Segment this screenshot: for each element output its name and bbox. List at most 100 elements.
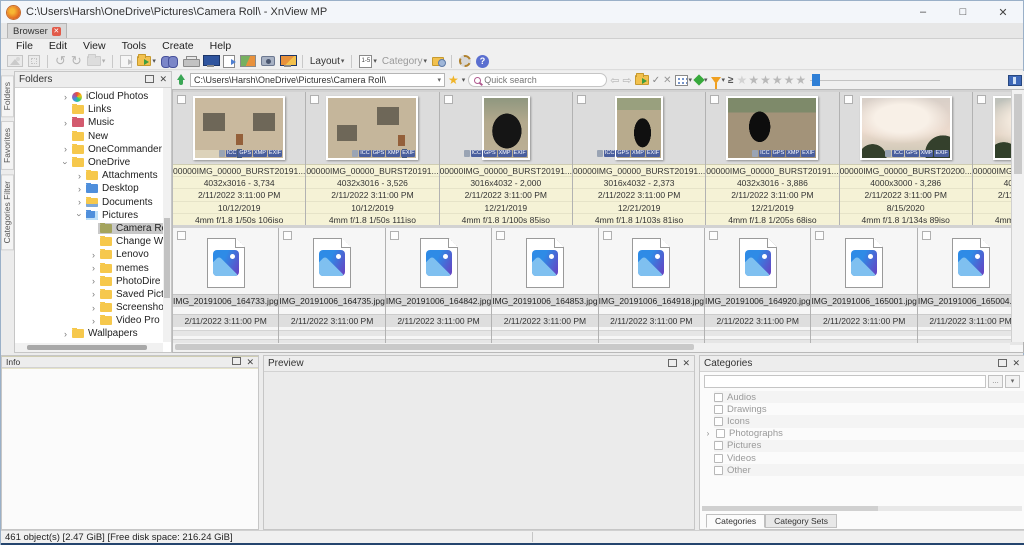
category-checkbox[interactable] <box>714 393 723 402</box>
menu-file[interactable]: File <box>9 40 40 52</box>
rating-star[interactable]: ★ <box>737 73 749 87</box>
folder-tree-item[interactable]: ›Pictures <box>15 209 163 222</box>
view-mode-dropdown[interactable]: ▾ <box>675 75 693 86</box>
categories-hscrollbar[interactable] <box>702 506 1022 511</box>
file-checkbox[interactable] <box>177 231 186 240</box>
folder-tree-item[interactable]: ›memes <box>15 261 163 274</box>
back-button[interactable]: ⇦ <box>610 74 619 87</box>
expander-icon[interactable]: › <box>61 144 70 154</box>
expander-icon[interactable]: › <box>89 276 98 286</box>
folder-tree-item[interactable]: ›Wallpapers <box>15 327 163 340</box>
rating-star[interactable]: ★ <box>748 73 760 87</box>
favorites-star-icon[interactable]: ★ <box>448 74 459 86</box>
expander-icon[interactable]: › <box>61 118 70 128</box>
close-button[interactable]: ✕ <box>983 1 1023 23</box>
category-checkbox[interactable] <box>714 466 723 475</box>
info-float-icon[interactable] <box>232 359 239 365</box>
category-expander-icon[interactable]: › <box>704 429 712 438</box>
expander-icon[interactable]: › <box>89 250 98 260</box>
thumbnail-photo[interactable]: ICCGPSXMPEXIF <box>326 96 418 160</box>
tab-categories[interactable]: Categories <box>706 514 765 528</box>
side-tab-folders[interactable]: Folders <box>1 75 14 117</box>
settings-button[interactable] <box>459 55 471 67</box>
rating-stars[interactable]: ★★★★★★ <box>737 71 808 89</box>
open-folder-button[interactable]: ▾ <box>137 56 156 66</box>
file-cell[interactable]: IMG_20191006_164918.jpg2/11/2022 3:11:00… <box>599 228 705 353</box>
rating-star[interactable]: ★ <box>795 73 807 87</box>
menu-create[interactable]: Create <box>155 40 201 52</box>
folder-tree-item[interactable]: ›Saved Pict <box>15 288 163 301</box>
folder-tree-item[interactable]: ›OneCommander <box>15 143 163 156</box>
thumbnail-size-slider[interactable] <box>810 74 940 86</box>
thumbnail-cell[interactable]: ICCGPSXMPEXIF00000IMG_00000_BURST20191..… <box>440 92 573 225</box>
folder-tree-item[interactable]: ›Music <box>15 116 163 129</box>
grid-vscrollbar[interactable] <box>1011 90 1024 342</box>
folder-tree-item[interactable]: Links <box>15 103 163 116</box>
side-tab-favorites[interactable]: Favorites <box>1 121 14 170</box>
view-image-button[interactable] <box>7 55 23 67</box>
expander-icon[interactable]: › <box>89 263 98 273</box>
thumbnail-cell[interactable]: ICCGPSXMPEXIF00000IMG_00000_BURST20200..… <box>840 92 973 225</box>
side-tab-categories-filter[interactable]: Categories Filter <box>1 174 14 250</box>
filter-dropdown[interactable]: ▾ <box>711 76 726 84</box>
category-dropdown[interactable]: Category▾ <box>382 56 427 67</box>
rating-star[interactable]: ★ <box>784 73 796 87</box>
file-cell[interactable]: IMG_20191006_164735.jpg2/11/2022 3:11:00… <box>279 228 385 353</box>
thumbnail-photo[interactable]: ICCGPSXMPEXIF <box>615 96 663 160</box>
thumbnail-photo[interactable]: ICCGPSXMPEXIF <box>193 96 285 160</box>
float-panel-icon[interactable] <box>145 77 152 83</box>
rating-star[interactable]: ★ <box>772 73 784 87</box>
search-button[interactable] <box>161 55 178 67</box>
categories-filter-input[interactable] <box>704 375 986 388</box>
fullscreen-button[interactable] <box>28 55 40 67</box>
folder-tree-item[interactable]: ›Video Pro <box>15 314 163 327</box>
category-item[interactable]: Drawings <box>714 403 1024 415</box>
slideshow-button[interactable] <box>203 55 218 67</box>
categories-float-icon[interactable] <box>998 361 1005 367</box>
convert-button[interactable] <box>223 55 235 68</box>
folder-tree-item[interactable]: ›Attachments <box>15 169 163 182</box>
folder-tree-item[interactable]: Camera Ro <box>15 222 163 235</box>
expander-icon[interactable]: › <box>75 211 85 220</box>
close-panel-icon[interactable]: ✕ <box>159 74 167 85</box>
expander-icon[interactable]: › <box>89 289 98 299</box>
expander-icon[interactable]: › <box>61 329 70 339</box>
folder-tree-item[interactable]: ›Documents <box>15 196 163 209</box>
category-item[interactable]: Audios <box>714 391 1024 403</box>
category-item[interactable]: ›Photographs <box>714 428 1024 440</box>
category-item[interactable]: Pictures <box>714 440 1024 452</box>
rating-operator-button[interactable]: ≥ <box>728 75 734 86</box>
thumbnail-checkbox[interactable] <box>977 95 986 104</box>
folder-tree-item[interactable]: Change W <box>15 235 163 248</box>
folder-tree-item[interactable]: ›PhotoDire <box>15 275 163 288</box>
help-button[interactable]: ? <box>476 55 489 68</box>
expander-icon[interactable]: › <box>61 158 71 167</box>
category-item[interactable]: Icons <box>714 415 1024 427</box>
file-checkbox[interactable] <box>390 231 399 240</box>
file-cell[interactable]: IMG_20191006_165001.jpg2/11/2022 3:11:00… <box>811 228 917 353</box>
pages-dropdown[interactable]: 1-5▾ <box>359 55 377 68</box>
categories-close-icon[interactable]: ✕ <box>1012 358 1020 369</box>
folder-tree-item[interactable]: ›Screensho <box>15 301 163 314</box>
path-combobox[interactable]: C:\Users\Harsh\OneDrive\Pictures\Camera … <box>190 73 445 87</box>
menu-edit[interactable]: Edit <box>42 40 74 52</box>
thumbnail-checkbox[interactable] <box>310 95 319 104</box>
file-checkbox[interactable] <box>496 231 505 240</box>
category-checkbox[interactable] <box>714 441 723 450</box>
file-checkbox[interactable] <box>815 231 824 240</box>
category-checkbox[interactable] <box>714 454 723 463</box>
panel-toggle-icon[interactable] <box>1008 75 1022 86</box>
file-checkbox[interactable] <box>283 231 292 240</box>
file-info-button[interactable] <box>120 55 132 68</box>
browser-tab[interactable]: Browser ✕ <box>7 23 67 38</box>
thumbnail-checkbox[interactable] <box>844 95 853 104</box>
thumbnail-photo[interactable]: ICCGPSXMPEXIF <box>726 96 818 160</box>
category-checkbox[interactable] <box>714 405 723 414</box>
minimize-button[interactable]: – <box>903 1 943 23</box>
category-item[interactable]: Videos <box>714 452 1024 464</box>
preview-close-icon[interactable]: ✕ <box>682 358 690 369</box>
tab-category-sets[interactable]: Category Sets <box>765 514 837 528</box>
quick-search-input[interactable] <box>484 75 601 85</box>
menu-view[interactable]: View <box>76 40 113 52</box>
categories-more-button[interactable]: … <box>988 375 1003 388</box>
